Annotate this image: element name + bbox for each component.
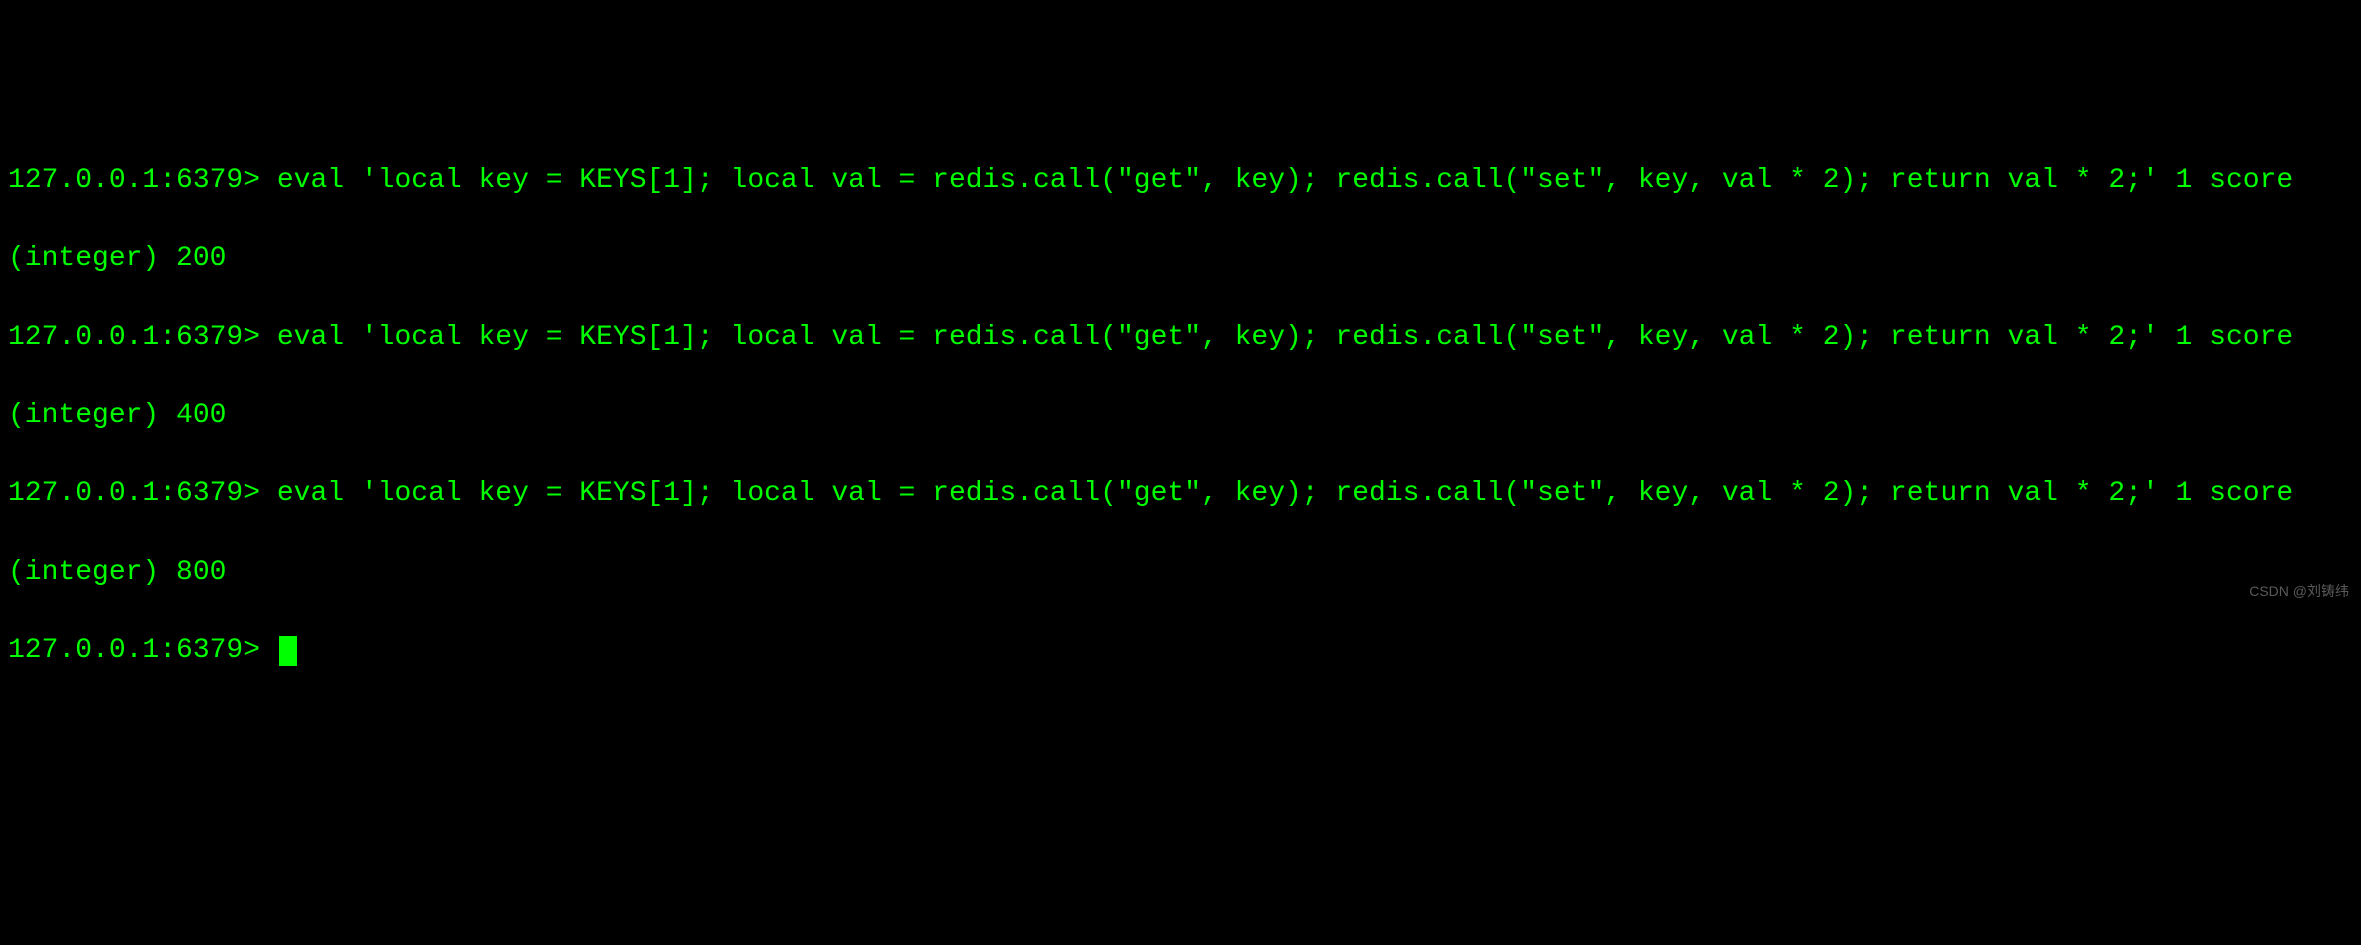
- output-line-2: (integer) 400: [8, 396, 2353, 435]
- command-3: eval 'local key = KEYS[1]; local val = r…: [277, 478, 2293, 509]
- command-2: eval 'local key = KEYS[1]; local val = r…: [277, 322, 2293, 353]
- prompt-1: 127.0.0.1:6379>: [8, 165, 277, 196]
- prompt-2: 127.0.0.1:6379>: [8, 322, 277, 353]
- watermark-text: CSDN @刘铸纬: [2249, 582, 2349, 602]
- terminal-line-4[interactable]: 127.0.0.1:6379>: [8, 631, 2353, 670]
- output-line-3: (integer) 800: [8, 553, 2353, 592]
- terminal-line-1: 127.0.0.1:6379> eval 'local key = KEYS[1…: [8, 161, 2353, 200]
- terminal-line-2: 127.0.0.1:6379> eval 'local key = KEYS[1…: [8, 318, 2353, 357]
- output-line-1: (integer) 200: [8, 239, 2353, 278]
- terminal-line-3: 127.0.0.1:6379> eval 'local key = KEYS[1…: [8, 474, 2353, 513]
- prompt-4: 127.0.0.1:6379>: [8, 635, 277, 666]
- cursor-icon[interactable]: [279, 636, 297, 666]
- prompt-3: 127.0.0.1:6379>: [8, 478, 277, 509]
- command-1: eval 'local key = KEYS[1]; local val = r…: [277, 165, 2293, 196]
